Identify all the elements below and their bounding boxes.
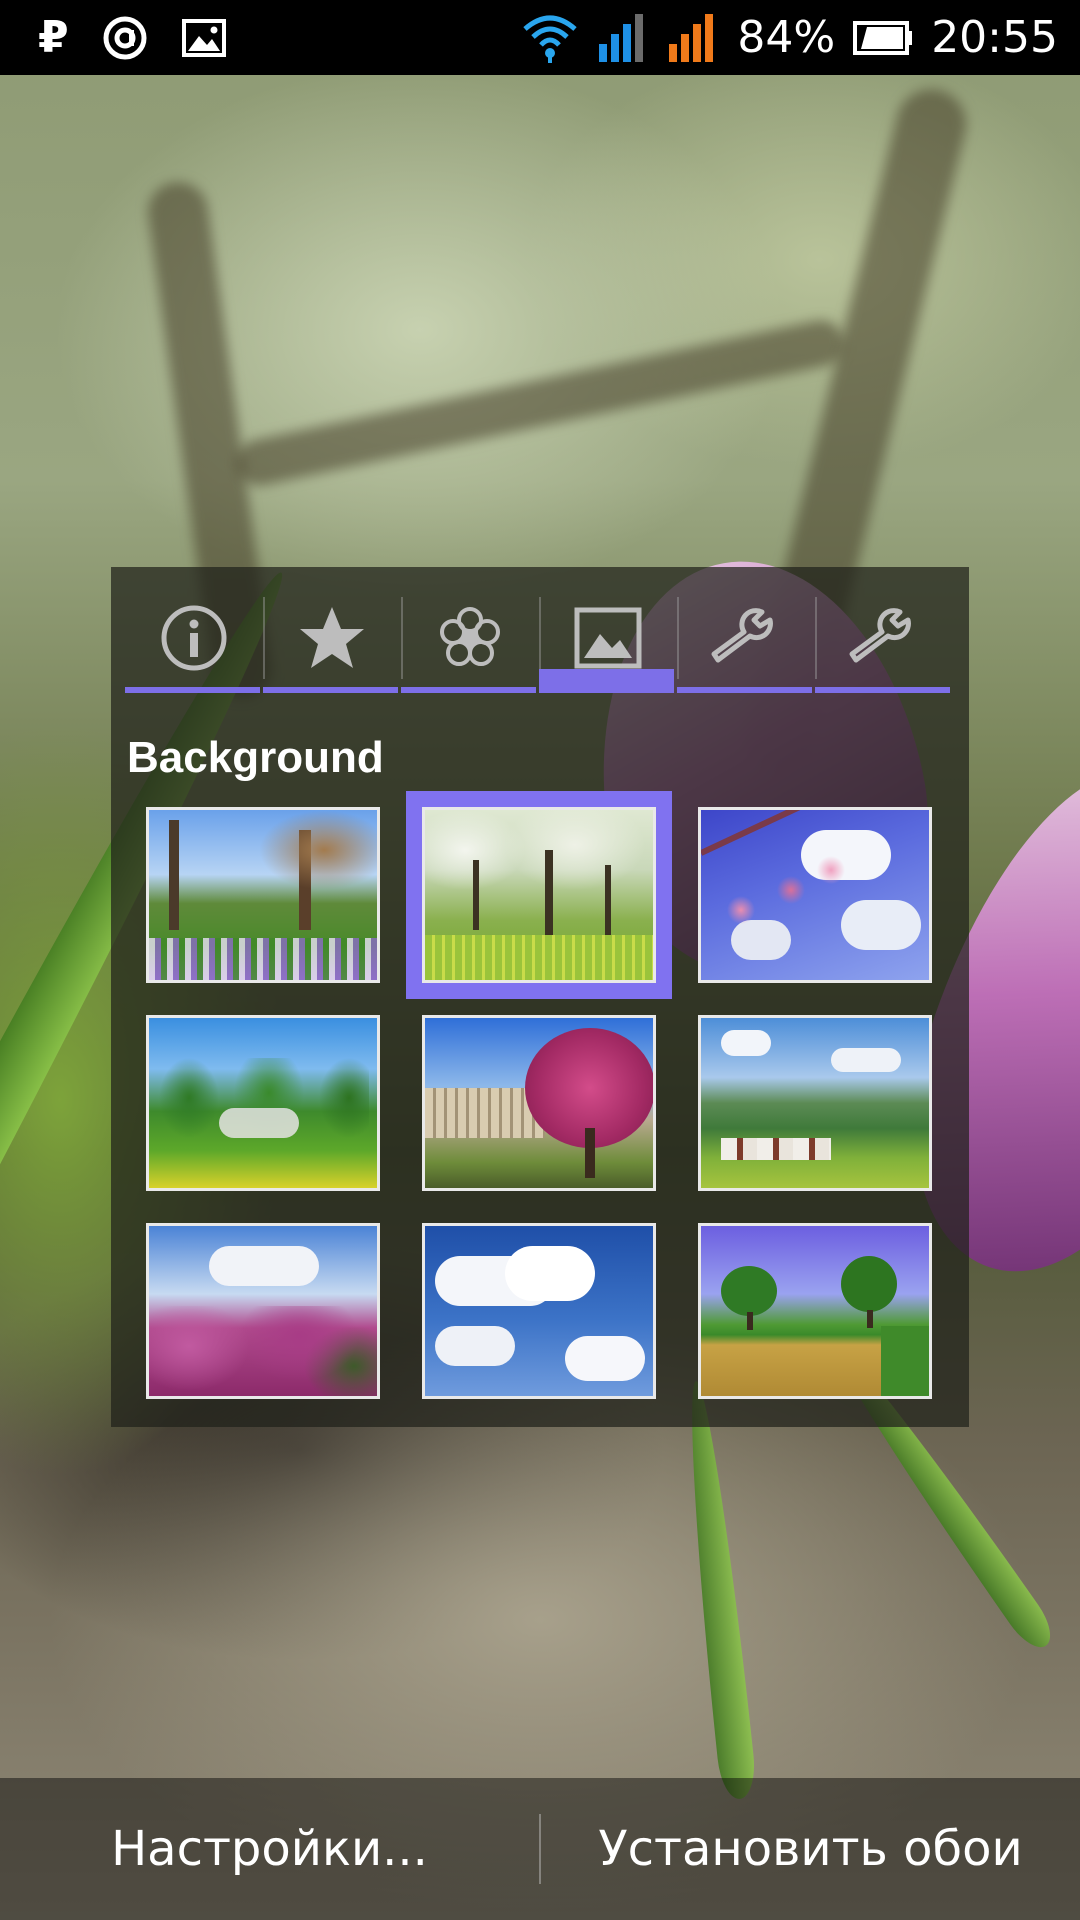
ruble-icon: ₽ [38, 12, 69, 62]
wrench-icon [849, 608, 911, 663]
wallpaper-settings-panel: Background [111, 567, 969, 1427]
signal-sim2-icon [669, 13, 714, 62]
tab-settings-1[interactable] [677, 597, 815, 693]
app-notification-icon [103, 16, 147, 59]
image-notification-icon [181, 18, 226, 57]
tab-underline [125, 687, 260, 693]
status-bar: ₽ 84% 20:55 [0, 0, 1080, 75]
bottom-action-bar: Настройки... Установить обои [0, 1778, 1080, 1920]
star-icon [300, 607, 364, 668]
valley-farm-thumbnail[interactable] [698, 1015, 932, 1191]
section-title: Background [127, 733, 384, 782]
background-thumbnail-grid [146, 791, 936, 1399]
image-icon [574, 607, 642, 669]
tab-underline [815, 687, 950, 693]
blossom-orchard-thumbnail[interactable] [406, 791, 672, 999]
flower-icon [440, 607, 500, 666]
info-icon [161, 605, 227, 671]
wrench-icon [711, 608, 773, 663]
set-wallpaper-button[interactable]: Установить обои [541, 1778, 1080, 1920]
clock: 20:55 [931, 11, 1058, 63]
spring-trees-dandelions-thumbnail[interactable] [146, 1015, 380, 1191]
tab-flowers[interactable] [401, 597, 539, 693]
pink-tree-building-thumbnail[interactable] [422, 1015, 656, 1191]
system-indicators: 84% 20:55 [503, 13, 1058, 63]
tab-favorites[interactable] [263, 597, 401, 693]
tab-info[interactable] [125, 597, 263, 693]
tab-active-indicator [539, 669, 674, 693]
battery-percent: 84% [737, 11, 836, 63]
tab-underline [677, 687, 812, 693]
two-trees-field-thumbnail[interactable] [698, 1223, 932, 1399]
clouds-sky-thumbnail[interactable] [422, 1223, 656, 1399]
park-crocus-thumbnail[interactable] [146, 807, 380, 983]
tab-underline [263, 687, 398, 693]
pink-blossom-trees-thumbnail[interactable] [146, 1223, 380, 1399]
tab-settings-2[interactable] [815, 597, 953, 693]
signal-sim1-icon [599, 13, 644, 62]
blossom-branch-sky-thumbnail[interactable] [698, 807, 932, 983]
notification-icons: ₽ [38, 12, 261, 62]
battery-icon [853, 20, 913, 55]
wifi-icon [523, 15, 578, 63]
settings-button[interactable]: Настройки... [0, 1778, 539, 1920]
tab-background[interactable] [539, 597, 677, 693]
tab-underline [401, 687, 536, 693]
settings-tab-bar [125, 597, 953, 693]
